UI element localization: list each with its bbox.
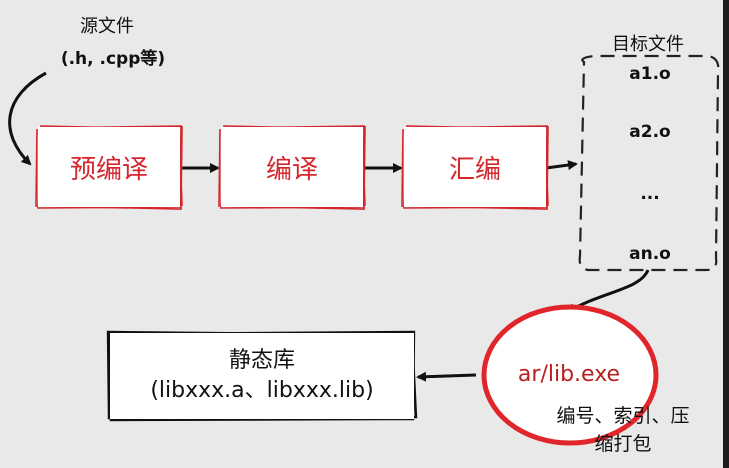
tool-label: ar/lib.exe [517, 362, 621, 387]
tool-note: 编号、索引、压 缩打包 [528, 402, 718, 458]
object-files-container [578, 54, 720, 272]
arrow-tool-to-library [416, 371, 477, 382]
source-title: 源文件 [80, 16, 134, 37]
stage-assemble-label: 汇编 [448, 154, 501, 185]
library-title: 静态库 [228, 348, 295, 373]
object-file-item: ... [640, 184, 660, 204]
object-file-item: a1.o [629, 64, 671, 84]
library-subtitle: (libxxx.a、libxxx.lib) [150, 378, 374, 403]
source-subtitle: (.h, .cpp等) [60, 49, 166, 69]
stage-assemble: 汇编 [404, 127, 546, 207]
stage-compile-label: 编译 [265, 154, 318, 185]
arrow-assemble-to-objects [545, 160, 578, 171]
stage-compile: 编译 [221, 127, 363, 207]
tool-note-line1: 编号、索引、压 [556, 405, 690, 427]
stage-precompile: 预编译 [38, 127, 180, 207]
object-file-item: an.o [629, 244, 671, 264]
right-frame-edge [723, 0, 729, 468]
object-file-item: a2.o [629, 122, 671, 142]
static-library-box: 静态库 (libxxx.a、libxxx.lib) [110, 333, 414, 419]
tool-note-line2: 缩打包 [594, 433, 652, 455]
stage-precompile-label: 预编译 [69, 154, 148, 185]
object-files-title: 目标文件 [612, 34, 684, 55]
